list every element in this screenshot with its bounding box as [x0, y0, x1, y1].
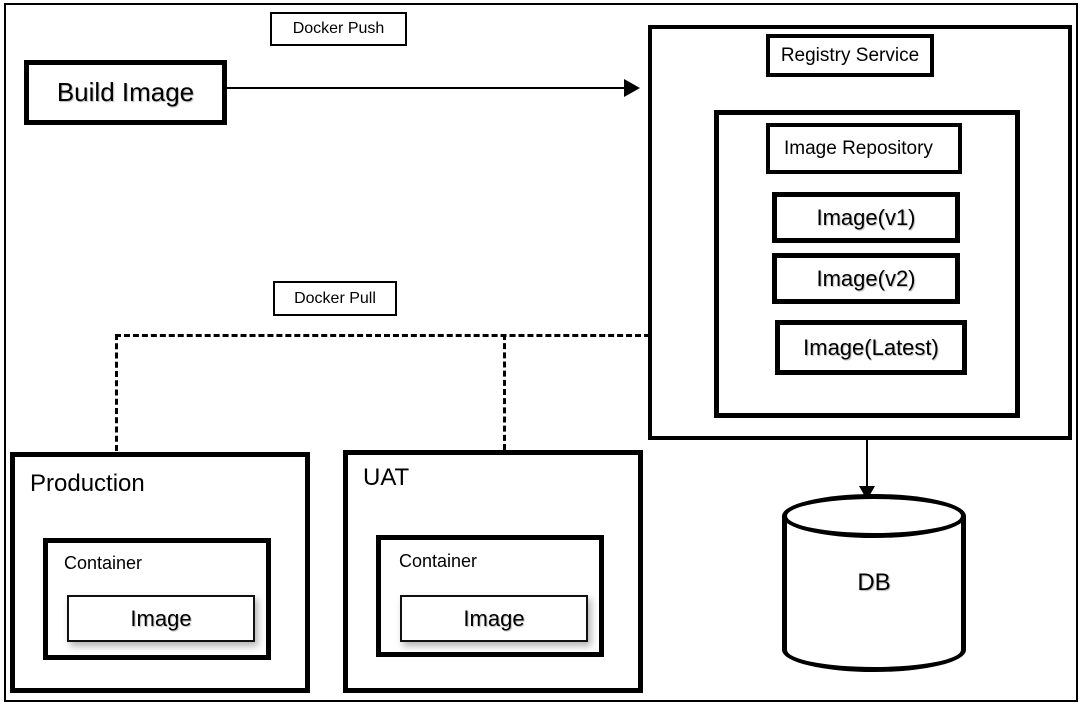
docker-pull-branch-production: [115, 334, 118, 451]
production-container-title: Container: [64, 553, 143, 573]
registry-service-title-box: Registry Service: [766, 34, 934, 77]
docker-pull-branch-uat: [503, 334, 506, 450]
docker-push-label-box: Docker Push: [270, 12, 407, 46]
registry-service-label: Registry Service: [780, 44, 920, 66]
docker-push-label: Docker Push: [292, 20, 385, 37]
registry-image-v2-label: Image(v2): [816, 265, 916, 291]
uat-image-box: Image: [400, 595, 588, 642]
image-repository-title-box: Image Repository: [766, 123, 962, 174]
registry-to-db-line: [866, 440, 868, 490]
registry-image-v2-box: Image(v2): [772, 253, 960, 304]
docker-pull-label: Docker Pull: [294, 289, 376, 307]
production-image-box: Image: [67, 595, 255, 642]
registry-image-latest-box: Image(Latest): [775, 320, 967, 375]
docker-push-arrow-line: [227, 87, 626, 89]
docker-pull-horizontal-line: [115, 334, 650, 337]
registry-image-latest-label: Image(Latest): [803, 334, 939, 360]
environment-production-title: Production: [30, 470, 145, 497]
database-cylinder: DB: [782, 494, 966, 672]
database-label: DB: [857, 569, 891, 596]
registry-image-v1-box: Image(v1): [772, 192, 960, 243]
uat-container-title: Container: [399, 551, 478, 571]
diagram-canvas: Docker Push Build Image Registry Service…: [0, 0, 1088, 708]
database-label-wrap: DB: [782, 494, 966, 672]
production-image-label: Image: [130, 605, 192, 631]
environment-uat-title: UAT: [363, 464, 410, 491]
build-image-label: Build Image: [56, 77, 195, 107]
build-image-box: Build Image: [24, 60, 227, 125]
docker-pull-label-box: Docker Pull: [273, 281, 397, 316]
registry-image-v1-label: Image(v1): [816, 204, 916, 230]
uat-image-label: Image: [463, 605, 525, 631]
docker-push-arrow-head: [624, 79, 640, 97]
image-repository-label: Image Repository: [784, 137, 933, 159]
